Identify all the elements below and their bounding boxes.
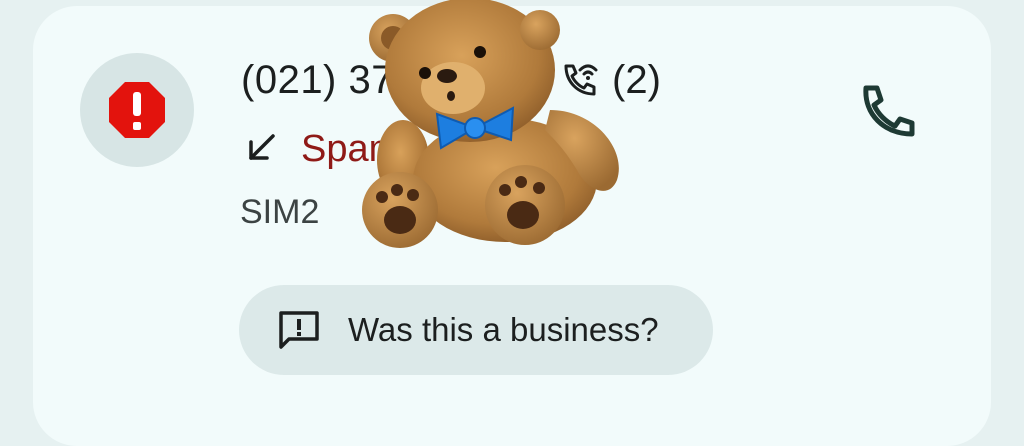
feedback-icon: [277, 309, 321, 356]
call-button[interactable]: [850, 80, 922, 144]
incoming-arrow-icon: [243, 130, 279, 171]
sim-label: SIM2: [240, 193, 320, 231]
chip-label: Was this a business?: [348, 311, 659, 348]
spam-warning-icon: [109, 82, 165, 138]
business-feedback-chip[interactable]: Was this a business?: [239, 285, 713, 375]
caller-avatar[interactable]: [80, 53, 194, 167]
teddy-bear-sticker: [362, 0, 619, 248]
phone-icon: [863, 85, 915, 137]
